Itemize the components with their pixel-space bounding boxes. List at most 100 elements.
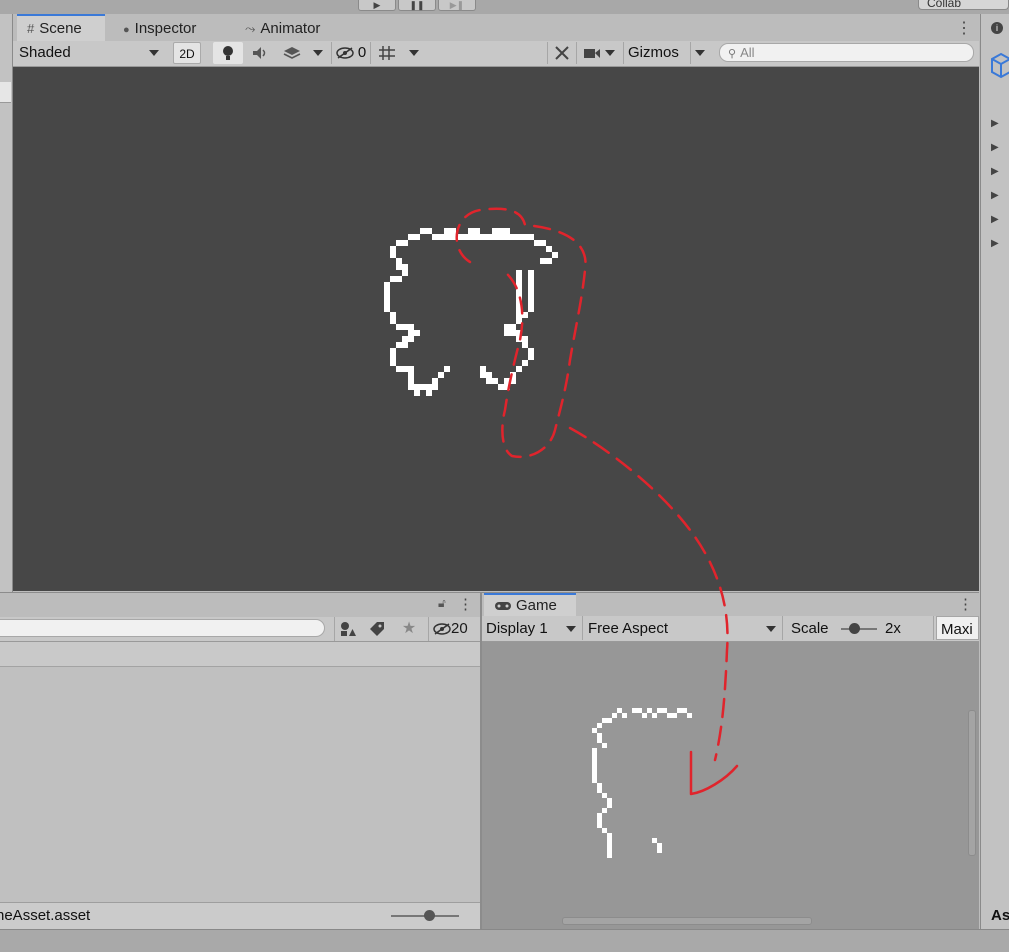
expand-arrow-icon[interactable]: ▶	[991, 166, 999, 177]
sprite-pixel	[657, 843, 662, 848]
hierarchy-selected-row[interactable]	[0, 82, 11, 103]
sprite-pixel	[444, 228, 450, 234]
project-search-input[interactable]	[0, 619, 325, 637]
search-by-type-button[interactable]	[334, 617, 361, 641]
info-icon: i	[991, 22, 1003, 34]
sprite-pixel	[462, 234, 468, 240]
scene-search-input[interactable]: ⚲ All	[719, 43, 974, 62]
sprite-pixel	[607, 798, 612, 803]
sprite-pixel	[607, 833, 612, 838]
gizmos-dropdown[interactable]: Gizmos	[623, 42, 709, 64]
sprite-pixel	[516, 366, 522, 372]
sprite-pixel	[592, 773, 597, 778]
sprite-pixel	[402, 324, 408, 330]
sprite-pixel	[438, 372, 444, 378]
sprite-pixel	[498, 234, 504, 240]
sprite-pixel	[516, 282, 522, 288]
search-by-label-button[interactable]	[364, 617, 390, 641]
sprite-pixel	[396, 366, 402, 372]
sprite-pixel	[504, 378, 510, 384]
project-footer: neAsset.asset	[0, 902, 480, 929]
chevron-down-icon	[566, 626, 576, 632]
sprite-pixel	[528, 282, 534, 288]
hidden-eye-icon	[433, 623, 451, 635]
expand-arrow-icon[interactable]: ▶	[991, 214, 999, 225]
game-vertical-scrollbar[interactable]	[968, 710, 976, 856]
project-menu-icon[interactable]: ⋮	[458, 595, 473, 613]
sprite-pixel	[516, 270, 522, 276]
sprite-pixel	[510, 372, 516, 378]
play-button[interactable]: ▶	[358, 0, 396, 11]
sprite-pixel	[647, 708, 652, 713]
sprite-pixel	[390, 318, 396, 324]
scene-menu-icon[interactable]: ⋮	[956, 18, 972, 38]
project-asset-list[interactable]	[0, 667, 480, 902]
sprite-pixel	[657, 708, 662, 713]
aspect-dropdown[interactable]: Free Aspect	[582, 616, 780, 640]
game-canvas	[592, 708, 692, 858]
scene-viewport[interactable]	[13, 67, 979, 591]
sprite-pixel	[480, 366, 486, 372]
sprite-pixel	[528, 300, 534, 306]
tab-game[interactable]: Game	[484, 593, 576, 617]
aspect-value: Free Aspect	[588, 620, 669, 637]
sprite-pixel	[602, 808, 607, 813]
collab-button[interactable]: Collab	[918, 0, 1009, 10]
scene-toolbar: Shaded 2D 0 Gizmos ⚲ All	[13, 41, 979, 67]
tools-button[interactable]	[547, 42, 577, 64]
sprite-pixel	[384, 288, 390, 294]
draw-mode-dropdown[interactable]: Shaded	[13, 42, 163, 64]
expand-arrow-icon[interactable]: ▶	[991, 238, 999, 249]
lighting-toggle[interactable]	[213, 42, 243, 64]
sprite-pixel	[546, 246, 552, 252]
grid-dropdown[interactable]	[405, 42, 423, 64]
favorites-button[interactable]: ★	[396, 617, 422, 641]
sprite-pixel	[540, 240, 546, 246]
game-horizontal-scrollbar[interactable]	[562, 917, 812, 925]
sprite-pixel	[612, 713, 617, 718]
scale-slider-knob[interactable]	[849, 623, 860, 634]
scale-control[interactable]: Scale 2x	[782, 616, 934, 640]
pause-button[interactable]: ❚❚	[398, 0, 436, 11]
expand-arrow-icon[interactable]: ▶	[991, 118, 999, 129]
expand-arrow-icon[interactable]: ▶	[991, 190, 999, 201]
speaker-icon	[247, 46, 273, 60]
star-icon: ★	[401, 620, 417, 637]
game-viewport[interactable]	[482, 642, 979, 929]
asset-label: As	[991, 907, 1009, 924]
sprite-outline	[384, 228, 558, 396]
tab-animator[interactable]: ⤳ Animator	[235, 14, 330, 41]
gizmos-label: Gizmos	[628, 44, 679, 61]
hidden-packages-toggle[interactable]: 20	[428, 617, 478, 641]
display-dropdown[interactable]: Display 1	[486, 616, 580, 640]
lock-icon[interactable]: 🔓︎	[438, 596, 446, 611]
sprite-pixel	[408, 378, 414, 384]
hidden-count: 0	[357, 44, 367, 61]
tab-inspector-label: Inspector	[134, 20, 197, 37]
expand-arrow-icon[interactable]: ▶	[991, 142, 999, 153]
game-menu-icon[interactable]: ⋮	[958, 595, 973, 613]
maximize-on-play-toggle[interactable]: Maxi	[936, 616, 979, 640]
tab-scene[interactable]: # Scene	[17, 14, 105, 41]
sprite-pixel	[528, 294, 534, 300]
icon-size-slider-knob[interactable]	[424, 910, 435, 921]
tab-animator-label: Animator	[260, 20, 321, 37]
scene-visibility-toggle[interactable]: 0	[331, 42, 371, 64]
step-button[interactable]: ▶❚	[438, 0, 476, 11]
effects-dropdown[interactable]	[309, 42, 327, 64]
sprite-pixel	[414, 330, 420, 336]
sprite-pixel	[642, 713, 647, 718]
sprite-pixel	[450, 234, 456, 240]
effects-toggle[interactable]	[279, 42, 305, 64]
sprite-pixel	[414, 390, 420, 396]
grid-icon: #	[27, 21, 35, 36]
sprite-pixel	[408, 330, 414, 336]
audio-toggle[interactable]	[247, 42, 273, 64]
2d-mode-toggle[interactable]: 2D	[173, 42, 201, 64]
sprite-pixel	[522, 342, 528, 348]
camera-dropdown[interactable]	[583, 42, 621, 64]
grid-toggle[interactable]	[375, 42, 399, 64]
sprite-pixel	[420, 228, 426, 234]
tab-inspector[interactable]: ● Inspector	[113, 14, 206, 41]
sprite-pixel	[652, 838, 657, 843]
